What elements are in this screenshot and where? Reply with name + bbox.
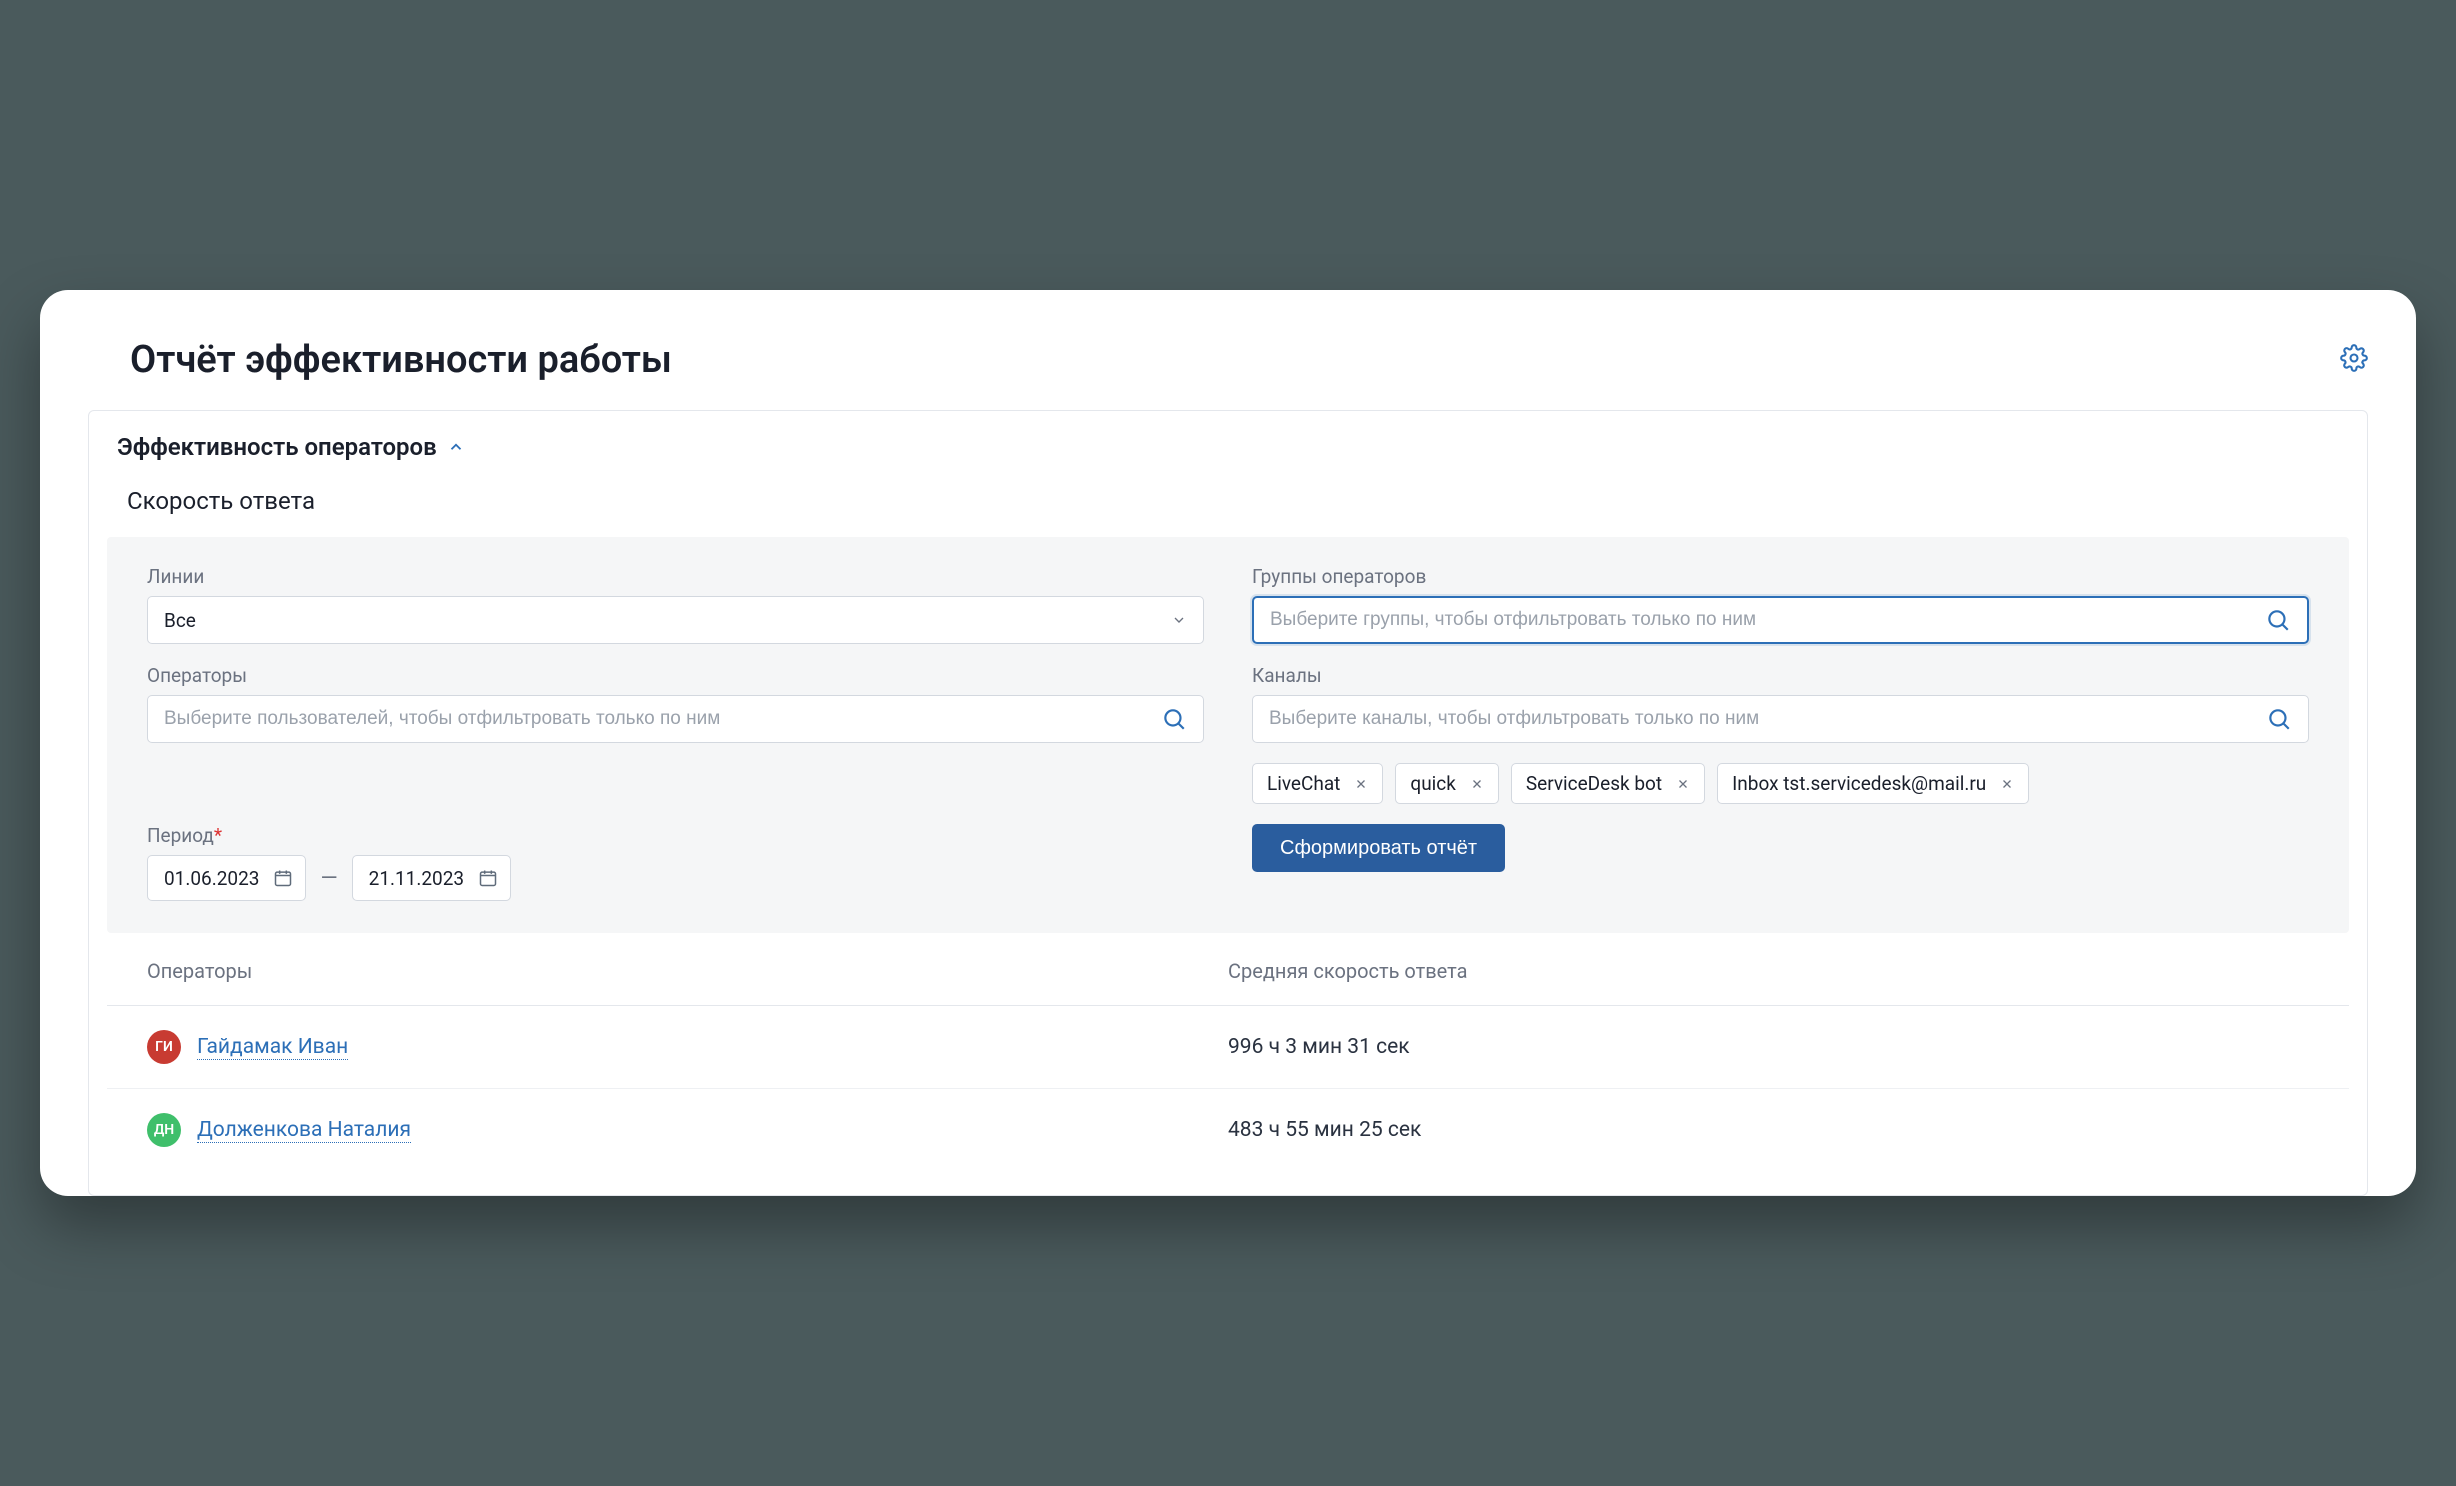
channels-text-input[interactable] bbox=[1269, 708, 2266, 730]
groups-label: Группы операторов bbox=[1252, 565, 2309, 588]
efficiency-panel: Эффективность операторов Скорость ответа… bbox=[88, 410, 2368, 1196]
results-table: Операторы Средняя скорость ответа ГИ Гайд… bbox=[89, 933, 2367, 1195]
channels-field: Каналы LiveChat quick ServiceDesk bot Inbox… bbox=[1252, 664, 2309, 804]
close-icon[interactable] bbox=[1354, 777, 1368, 791]
operators-text-input[interactable] bbox=[164, 708, 1161, 730]
date-to-value: 21.11.2023 bbox=[369, 867, 464, 890]
chevron-up-icon bbox=[447, 438, 465, 456]
operator-cell: ДН Долженкова Наталия bbox=[147, 1113, 1228, 1147]
lines-value: Все bbox=[164, 609, 196, 632]
groups-field: Группы операторов bbox=[1252, 565, 2309, 644]
page-title: Отчёт эффективности работы bbox=[130, 338, 672, 382]
calendar-icon bbox=[273, 868, 293, 888]
close-icon[interactable] bbox=[1676, 777, 1690, 791]
search-icon bbox=[1161, 706, 1187, 732]
avg-response-value: 996 ч 3 мин 31 сек bbox=[1228, 1035, 2309, 1059]
chip-label: LiveChat bbox=[1267, 772, 1340, 795]
panel-header: Эффективность операторов bbox=[89, 411, 2367, 469]
col-avg-response: Средняя скорость ответа bbox=[1228, 959, 2309, 983]
search-icon bbox=[2265, 607, 2291, 633]
panel-subtitle: Скорость ответа bbox=[89, 469, 2367, 537]
date-to-input[interactable]: 21.11.2023 bbox=[352, 855, 511, 901]
period-field: Период* 01.06.2023 — 21.11.2023 bbox=[147, 824, 1204, 901]
close-icon[interactable] bbox=[1470, 777, 1484, 791]
groups-input[interactable] bbox=[1252, 596, 2309, 644]
chip-label: Inbox tst.servicedesk@mail.ru bbox=[1732, 772, 1986, 795]
operators-input[interactable] bbox=[147, 695, 1204, 743]
period-inputs: 01.06.2023 — 21.11.2023 bbox=[147, 855, 511, 901]
close-icon[interactable] bbox=[2000, 777, 2014, 791]
chip-label: quick bbox=[1410, 772, 1455, 795]
settings-icon[interactable] bbox=[2340, 344, 2368, 376]
search-icon bbox=[2266, 706, 2292, 732]
calendar-icon bbox=[478, 868, 498, 888]
channels-input[interactable] bbox=[1252, 695, 2309, 743]
operator-cell: ГИ Гайдамак Иван bbox=[147, 1030, 1228, 1064]
lines-select[interactable]: Все bbox=[147, 596, 1204, 644]
chevron-down-icon bbox=[1171, 612, 1187, 628]
channel-chip[interactable]: LiveChat bbox=[1252, 763, 1383, 804]
operators-field: Операторы bbox=[147, 664, 1204, 804]
table-row: ДН Долженкова Наталия 483 ч 55 мин 25 сек bbox=[107, 1089, 2349, 1171]
page-header: Отчёт эффективности работы bbox=[40, 328, 2416, 410]
date-from-value: 01.06.2023 bbox=[164, 867, 259, 890]
lines-field: Линии Все bbox=[147, 565, 1204, 644]
generate-report-button[interactable]: Сформировать отчёт bbox=[1252, 824, 1505, 872]
date-from-input[interactable]: 01.06.2023 bbox=[147, 855, 306, 901]
avatar: ДН bbox=[147, 1113, 181, 1147]
channel-chip[interactable]: Inbox tst.servicedesk@mail.ru bbox=[1717, 763, 2029, 804]
channel-chips: LiveChat quick ServiceDesk bot Inbox tst.se… bbox=[1252, 763, 2309, 804]
table-row: ГИ Гайдамак Иван 996 ч 3 мин 31 сек bbox=[107, 1006, 2349, 1089]
operator-link[interactable]: Долженкова Наталия bbox=[197, 1118, 411, 1143]
date-separator: — bbox=[320, 866, 337, 891]
collapse-toggle[interactable]: Эффективность операторов bbox=[117, 433, 465, 461]
operators-label: Операторы bbox=[147, 664, 1204, 687]
table-header: Операторы Средняя скорость ответа bbox=[107, 933, 2349, 1006]
chip-label: ServiceDesk bot bbox=[1526, 772, 1662, 795]
filters-container: Линии Все Группы операторов Операторы bbox=[107, 537, 2349, 933]
period-label: Период* bbox=[147, 824, 511, 847]
report-window: Отчёт эффективности работы Эффективность… bbox=[40, 290, 2416, 1196]
channels-label: Каналы bbox=[1252, 664, 2309, 687]
required-marker: * bbox=[214, 824, 222, 847]
channel-chip[interactable]: ServiceDesk bot bbox=[1511, 763, 1705, 804]
channel-chip[interactable]: quick bbox=[1395, 763, 1498, 804]
collapse-label: Эффективность операторов bbox=[117, 433, 437, 461]
operator-link[interactable]: Гайдамак Иван bbox=[197, 1035, 348, 1060]
submit-col: Сформировать отчёт bbox=[1252, 824, 2309, 901]
lines-label: Линии bbox=[147, 565, 1204, 588]
avg-response-value: 483 ч 55 мин 25 сек bbox=[1228, 1118, 2309, 1142]
avatar: ГИ bbox=[147, 1030, 181, 1064]
groups-text-input[interactable] bbox=[1270, 609, 2265, 631]
col-operator: Операторы bbox=[147, 959, 1228, 983]
